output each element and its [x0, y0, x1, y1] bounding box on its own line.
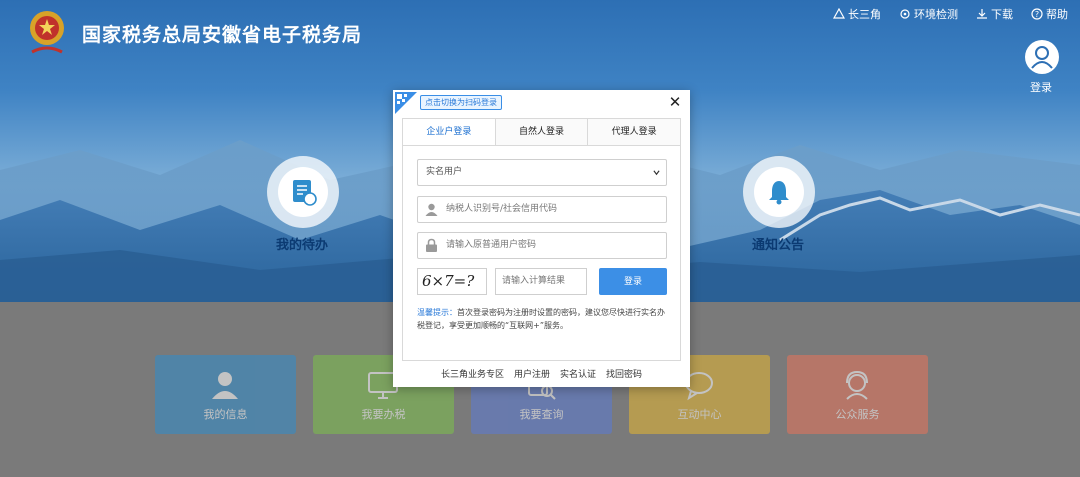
- user-icon: [425, 203, 438, 216]
- link-yangtze-delta[interactable]: 长三角: [833, 6, 881, 22]
- notice-circle-button[interactable]: [743, 156, 815, 228]
- close-icon[interactable]: ✕: [668, 95, 682, 110]
- tile-my-info[interactable]: 我的信息: [155, 355, 296, 434]
- todo-document-icon: [293, 180, 317, 206]
- site-title: 国家税务总局安徽省电子税务局: [82, 24, 363, 46]
- tab-agent-login[interactable]: 代理人登录: [588, 119, 681, 145]
- modal-footer-links: 长三角业务专区 用户注册 实名认证 找回密码: [393, 367, 690, 380]
- download-icon: [977, 9, 987, 19]
- user-avatar[interactable]: [1025, 40, 1059, 74]
- chevron-down-icon: [653, 170, 660, 176]
- login-modal: 点击切换为扫码登录 ✕ 企业户登录 自然人登录 代理人登录 实名用户 纳税人识别…: [393, 90, 690, 387]
- password-input[interactable]: 请输入原普通用户密码: [417, 232, 667, 259]
- user-type-select[interactable]: 实名用户: [417, 159, 667, 186]
- tile-query-label: 我要查询: [519, 408, 564, 421]
- link-download[interactable]: 下载: [976, 6, 1013, 22]
- tab-individual-login[interactable]: 自然人登录: [495, 119, 589, 145]
- svg-text:?: ?: [1035, 10, 1039, 19]
- help-icon: ?: [1031, 8, 1043, 20]
- notice-label: 通知公告: [752, 238, 805, 253]
- taxpayer-id-placeholder: 纳税人识别号/社会信用代码: [446, 204, 558, 214]
- captcha-image[interactable]: 6×7=?: [417, 268, 487, 295]
- captcha-text: 6×7=?: [422, 272, 475, 290]
- tile-interaction-label: 互动中心: [677, 408, 722, 421]
- link-help-label: 帮助: [1046, 8, 1068, 21]
- link-recover-password[interactable]: 找回密码: [606, 367, 642, 380]
- top-links: 长三角 环境检测 下载 ? 帮助: [833, 6, 1068, 22]
- taxpayer-id-input[interactable]: 纳税人识别号/社会信用代码: [417, 196, 667, 223]
- triangle-icon: [833, 8, 845, 19]
- link-yangtze-delta-label: 长三角: [848, 8, 881, 21]
- header-login-link[interactable]: 登录: [1030, 79, 1052, 95]
- link-env-check[interactable]: 环境检测: [899, 6, 958, 22]
- link-help[interactable]: ? 帮助: [1031, 6, 1068, 22]
- login-panel: 企业户登录 自然人登录 代理人登录 实名用户 纳税人识别号/社会信用代码 请输入…: [402, 118, 681, 361]
- captcha-answer-input[interactable]: 请输入计算结果: [495, 268, 587, 295]
- tile-public-service-label: 公众服务: [835, 408, 880, 421]
- qr-switch-tip[interactable]: 点击切换为扫码登录: [420, 95, 502, 110]
- tile-my-info-label: 我的信息: [203, 408, 248, 421]
- link-download-label: 下载: [991, 8, 1013, 21]
- tile-do-tax-label: 我要办税: [361, 408, 406, 421]
- link-real-name-auth[interactable]: 实名认证: [560, 367, 596, 380]
- bell-icon: [769, 181, 789, 205]
- login-button[interactable]: 登录: [599, 268, 667, 295]
- captcha-answer-placeholder: 请输入计算结果: [502, 276, 566, 286]
- todo-label: 我的待办: [276, 238, 329, 253]
- todo-circle-button[interactable]: [267, 156, 339, 228]
- user-type-value: 实名用户: [426, 167, 463, 177]
- link-env-check-label: 环境检测: [914, 8, 958, 21]
- link-delta-zone[interactable]: 长三角业务专区: [441, 367, 504, 380]
- user-icon: [1031, 46, 1053, 69]
- login-tabs: 企业户登录 自然人登录 代理人登录: [403, 119, 681, 146]
- person-icon: [212, 372, 238, 399]
- login-tip: 温馨提示：首次登录密码为注册时设置的密码，建议您尽快进行实名办税登记，享受更加顺…: [417, 306, 669, 332]
- tax-emblem-logo: [30, 11, 64, 54]
- gear-icon: [900, 9, 910, 19]
- tab-enterprise-login[interactable]: 企业户登录: [403, 119, 496, 145]
- service-agent-icon: [846, 370, 868, 400]
- lock-icon: [426, 238, 437, 252]
- password-placeholder: 请输入原普通用户密码: [446, 240, 537, 250]
- tile-public-service[interactable]: 公众服务: [787, 355, 928, 434]
- qr-code-icon[interactable]: [395, 92, 417, 114]
- tip-key: 温馨提示：: [417, 308, 457, 317]
- link-register[interactable]: 用户注册: [514, 367, 550, 380]
